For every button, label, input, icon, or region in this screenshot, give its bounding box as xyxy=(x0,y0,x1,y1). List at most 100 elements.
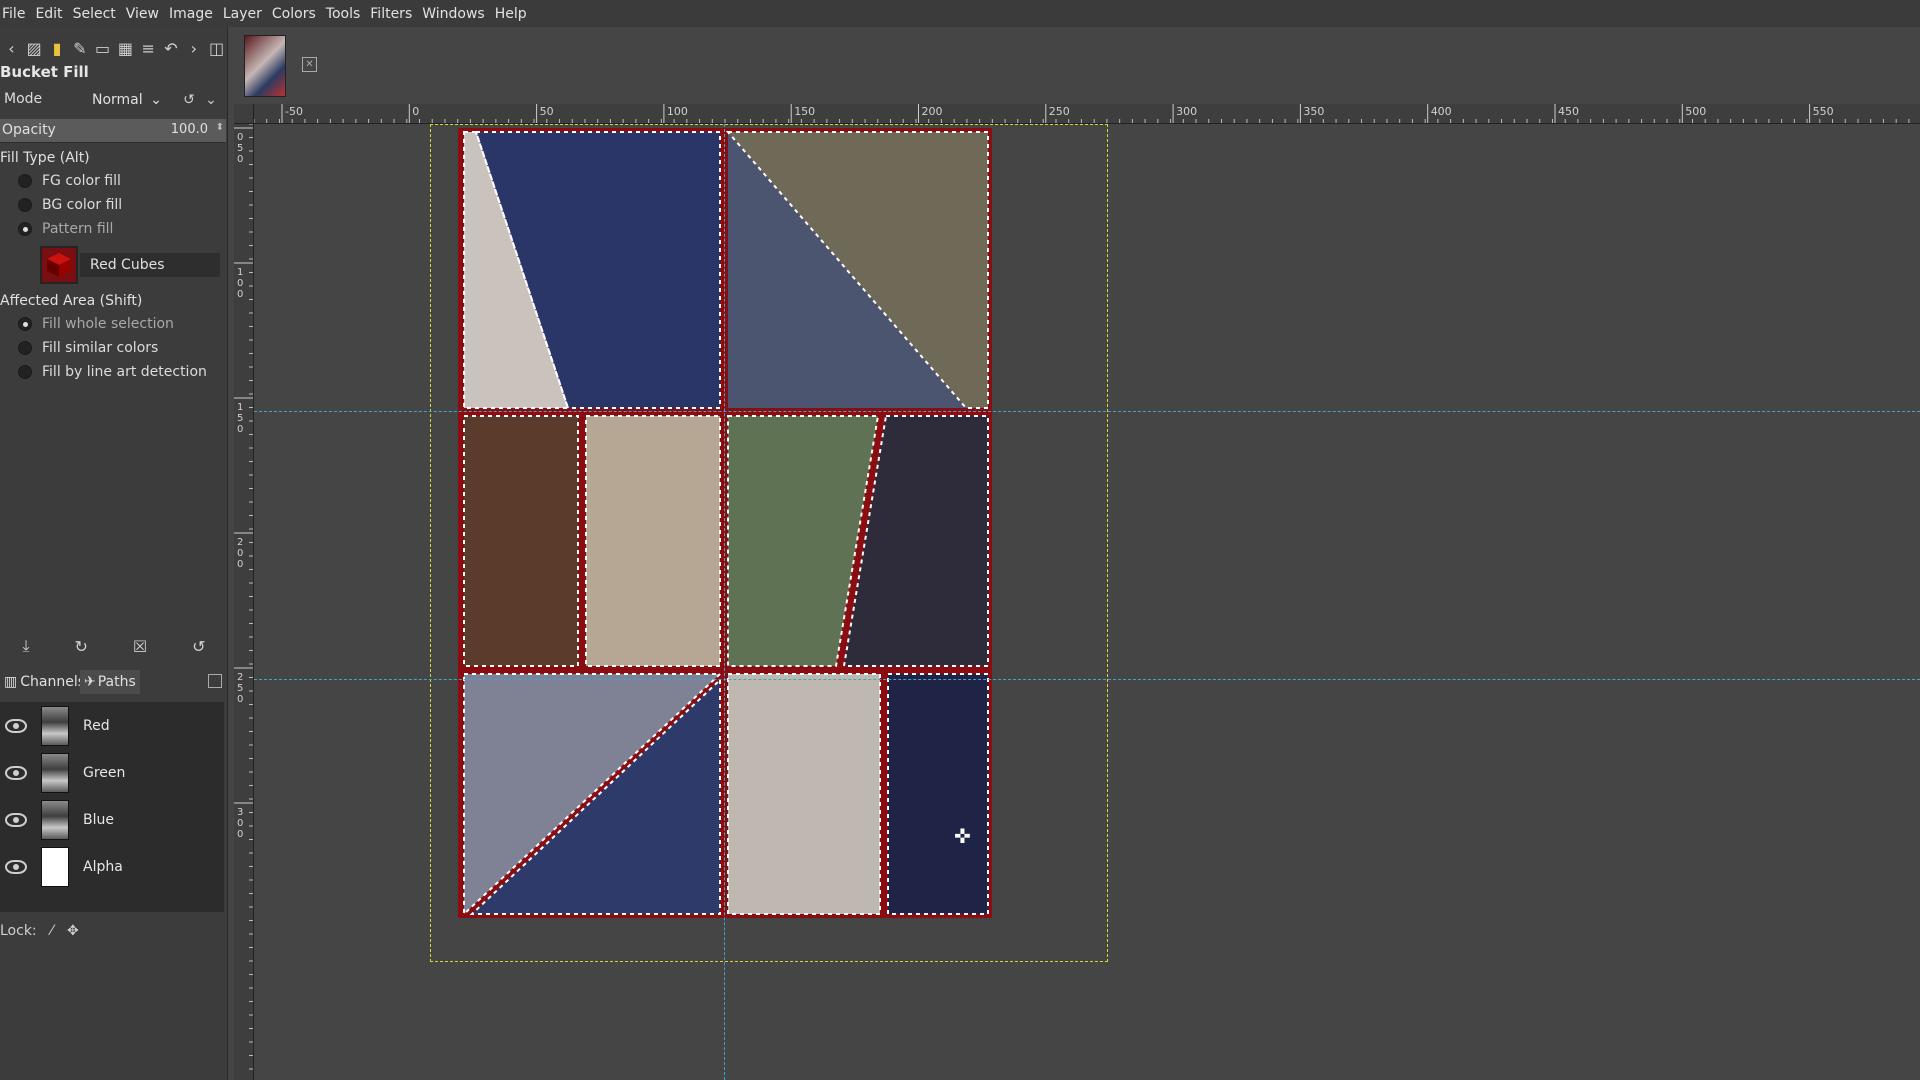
radio-fg-fill[interactable] xyxy=(18,174,32,188)
list-item[interactable]: Alpha xyxy=(0,843,224,890)
ruler-label: 250 xyxy=(1049,105,1070,118)
horizontal-guide[interactable] xyxy=(254,411,1920,412)
eye-icon[interactable] xyxy=(5,765,27,780)
close-icon[interactable]: ✕ xyxy=(302,57,317,72)
channel-thumbnail xyxy=(41,705,69,746)
list-item[interactable]: Green xyxy=(0,749,224,796)
image-tab-thumbnail[interactable] xyxy=(244,35,286,97)
tab-channels-label: Channels xyxy=(20,674,86,690)
mode-label: Mode xyxy=(4,91,43,107)
ruler-label: 100 xyxy=(667,105,688,118)
channel-name: Green xyxy=(83,764,126,781)
move-cursor-icon: ✜ xyxy=(954,824,971,848)
tab-paths-label: Paths xyxy=(97,674,136,690)
horizontal-guide[interactable] xyxy=(254,679,1920,680)
dock-menu-icon[interactable]: ◫ xyxy=(205,36,228,60)
fill-type-label: Fill Type (Alt) xyxy=(0,150,90,166)
tab-paths[interactable]: ✈ Paths xyxy=(80,670,140,694)
eye-icon[interactable] xyxy=(5,718,27,733)
mode-reset-control[interactable]: ↺ ⌄ xyxy=(178,89,222,111)
menu-image[interactable]: Image xyxy=(169,6,223,22)
pattern-picker[interactable]: Red Cubes xyxy=(40,245,224,285)
eye-icon[interactable] xyxy=(5,812,27,827)
save-icon[interactable]: ⤓ xyxy=(22,636,29,656)
radio-bg-fill[interactable] xyxy=(18,198,32,212)
menu-edit[interactable]: Edit xyxy=(35,6,72,22)
ruler-label: 0 xyxy=(237,548,243,559)
menu-file[interactable]: File xyxy=(0,6,35,22)
ruler-corner[interactable] xyxy=(234,104,254,124)
menu-tools[interactable]: Tools xyxy=(326,6,371,22)
chevron-left-icon[interactable]: ‹ xyxy=(0,36,23,60)
reset-icon[interactable]: ↺ xyxy=(192,637,205,656)
horizontal-ruler[interactable]: -50 0 50 100 150 200 250 300 350 400 450 500 550 xyxy=(254,104,1920,124)
chevron-right-icon[interactable]: › xyxy=(182,36,205,60)
list-item[interactable]: Blue xyxy=(0,796,224,843)
chevron-down-icon: ⌄ xyxy=(150,92,162,108)
affected-whole-label: Fill whole selection xyxy=(42,316,174,332)
collage-photos xyxy=(463,131,989,917)
menu-bar: File Edit Select View Image Layer Colors… xyxy=(0,0,1920,27)
delete-icon[interactable]: ☒ xyxy=(133,637,147,656)
restore-icon[interactable]: ↻ xyxy=(74,637,87,656)
tab-channels[interactable]: ▥ Channels xyxy=(0,670,89,694)
radio-fill-similar[interactable] xyxy=(18,341,32,355)
affected-whole-selection[interactable]: Fill whole selection xyxy=(18,313,174,335)
pencil-icon[interactable]: ▮ xyxy=(46,36,69,60)
ruler-label: 550 xyxy=(1813,105,1834,118)
undo-history-icon[interactable]: ↶ xyxy=(160,36,183,60)
radio-fill-whole[interactable] xyxy=(18,317,32,331)
eraser-icon[interactable]: ▨ xyxy=(23,36,46,60)
ruler-label: 3 xyxy=(237,807,243,818)
red-cubes-pattern-icon xyxy=(47,253,71,277)
radio-fill-line-art[interactable] xyxy=(18,365,32,379)
lock-pixels-icon[interactable]: ⁄ xyxy=(51,923,53,939)
device-icon[interactable]: ▭ xyxy=(91,36,114,60)
spin-arrows-icon[interactable]: ⬍ xyxy=(216,122,224,133)
menu-layer[interactable]: Layer xyxy=(223,6,272,22)
dock-tool-strip: ‹ ▨ ▮ ✎ ▭ ▦ ≡ ↶ › ◫ xyxy=(0,33,228,63)
fill-type-pattern[interactable]: Pattern fill xyxy=(18,218,113,240)
collage-image xyxy=(458,128,992,918)
menu-windows[interactable]: Windows xyxy=(422,6,495,22)
layers-icon[interactable]: ≡ xyxy=(137,36,160,60)
vertical-guide[interactable] xyxy=(724,124,725,1080)
affected-line-art[interactable]: Fill by line art detection xyxy=(18,361,207,383)
radio-pattern-fill[interactable] xyxy=(18,222,32,236)
gimp-window: File Edit Select View Image Layer Colors… xyxy=(0,0,1920,1080)
menu-filters[interactable]: Filters xyxy=(370,6,422,22)
ruler-ticks: 050100150200250300 xyxy=(234,124,253,1070)
list-item[interactable]: Red xyxy=(0,702,224,749)
menu-view[interactable]: View xyxy=(126,6,169,22)
menu-colors[interactable]: Colors xyxy=(272,6,326,22)
photo-12 xyxy=(888,674,988,914)
pattern-swatch[interactable] xyxy=(40,246,78,284)
fill-type-bg[interactable]: BG color fill xyxy=(18,194,122,216)
brush-icon[interactable]: ✎ xyxy=(68,36,91,60)
eye-icon[interactable] xyxy=(5,859,27,874)
fill-type-fg[interactable]: FG color fill xyxy=(18,170,121,192)
vertical-ruler[interactable]: 050100150200250300 xyxy=(234,124,254,1080)
ruler-label: -50 xyxy=(285,105,303,118)
ruler-label: 0 xyxy=(237,278,243,289)
images-icon[interactable]: ▦ xyxy=(114,36,137,60)
lock-position-icon[interactable]: ✥ xyxy=(67,923,79,939)
menu-help[interactable]: Help xyxy=(495,6,537,22)
opacity-value: 100.0 xyxy=(170,122,208,137)
menu-select[interactable]: Select xyxy=(73,6,126,22)
opacity-slider[interactable]: Opacity 100.0 ⬍ xyxy=(0,119,226,143)
affected-line-art-label: Fill by line art detection xyxy=(42,364,207,380)
ruler-label: 5 xyxy=(237,683,243,694)
affected-similar-colors[interactable]: Fill similar colors xyxy=(18,337,158,359)
tab-menu-icon[interactable] xyxy=(208,674,222,688)
photo-11 xyxy=(728,674,880,914)
image-canvas[interactable]: ✜ xyxy=(254,124,1920,1080)
lock-row: Lock: ⁄ ✥ xyxy=(0,920,224,942)
mode-value: Normal xyxy=(92,92,143,108)
ruler-label: 0 xyxy=(237,132,243,143)
ruler-label: 0 xyxy=(237,154,243,165)
ruler-label: 0 xyxy=(237,289,243,300)
ruler-label: 400 xyxy=(1431,105,1452,118)
mode-select[interactable]: Normal ⌄ xyxy=(88,87,166,113)
tool-options-title: Bucket Fill xyxy=(0,63,89,81)
